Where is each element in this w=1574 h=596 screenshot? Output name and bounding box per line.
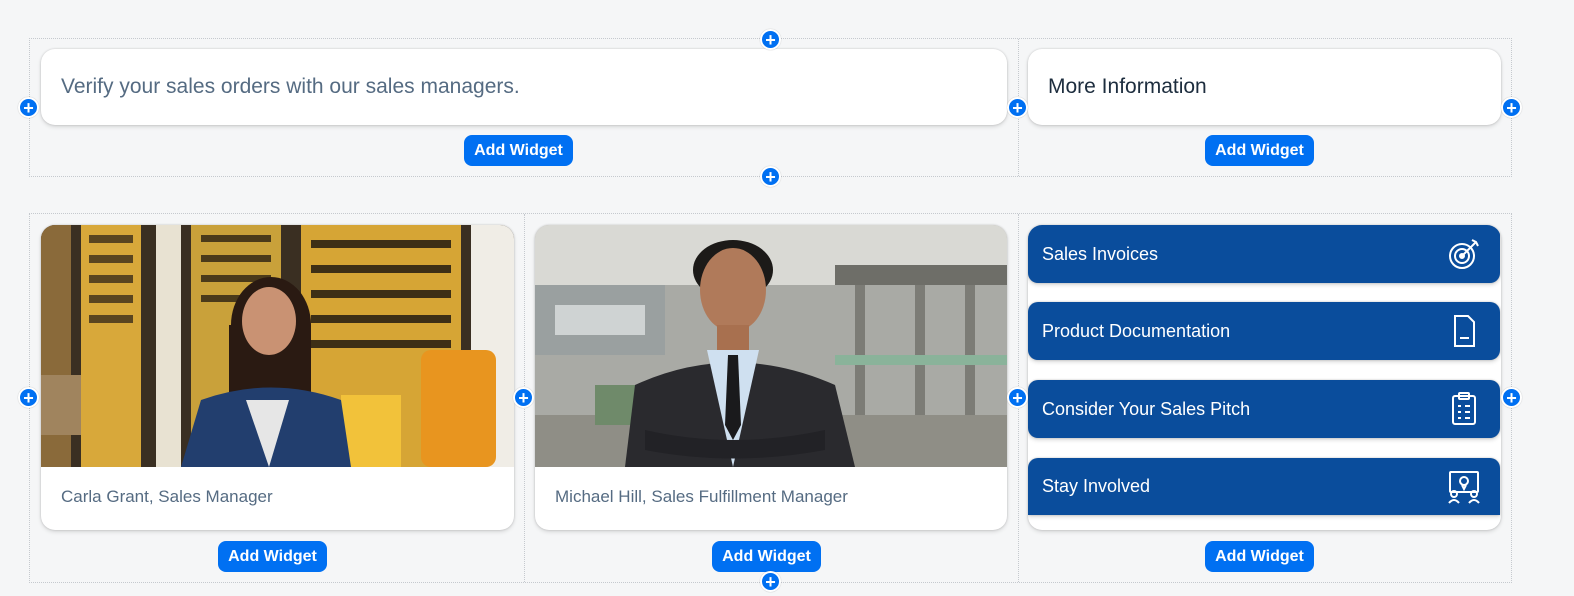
group-presentation-icon	[1446, 469, 1482, 505]
link-label: Sales Invoices	[1042, 243, 1159, 264]
clipboard-icon	[1446, 391, 1482, 427]
manager-caption: Carla Grant, Sales Manager	[61, 487, 273, 506]
add-widget-button[interactable]: Add Widget	[464, 135, 573, 166]
link-label: Consider Your Sales Pitch	[1042, 398, 1251, 419]
intro-text-card: Verify your sales orders with our sales …	[41, 49, 1007, 125]
manager-photo-michael	[535, 225, 1007, 467]
more-information-card: More Information	[1028, 49, 1501, 125]
link-stay-involved[interactable]: Stay Involved	[1028, 458, 1500, 515]
document-icon	[1446, 313, 1482, 349]
add-row-below-button[interactable]: +	[760, 571, 781, 592]
add-widget-button[interactable]: Add Widget	[1205, 135, 1314, 166]
add-column-between-button[interactable]: +	[1007, 97, 1028, 118]
add-widget-button[interactable]: Add Widget	[1205, 541, 1314, 572]
manager-photo-carla	[41, 225, 514, 467]
link-consider-sales-pitch[interactable]: Consider Your Sales Pitch	[1028, 380, 1500, 438]
link-list-card: Sales Invoices Product Documentation Con…	[1028, 225, 1501, 530]
manager-caption: Michael Hill, Sales Fulfillment Manager	[555, 487, 848, 506]
add-column-right-button[interactable]: +	[1501, 387, 1522, 408]
link-product-documentation[interactable]: Product Documentation	[1028, 302, 1500, 360]
add-column-left-button[interactable]: +	[18, 387, 39, 408]
add-row-above-button[interactable]: +	[760, 29, 781, 50]
more-information-title: More Information	[1048, 75, 1207, 98]
add-column-right-button[interactable]: +	[1501, 97, 1522, 118]
add-column-between-button[interactable]: +	[1007, 387, 1028, 408]
add-column-left-button[interactable]: +	[18, 97, 39, 118]
manager-card-michael: Michael Hill, Sales Fulfillment Manager	[535, 225, 1007, 530]
add-widget-button[interactable]: Add Widget	[218, 541, 327, 572]
add-row-between-button[interactable]: +	[760, 166, 781, 187]
add-widget-button[interactable]: Add Widget	[712, 541, 821, 572]
link-label: Stay Involved	[1042, 476, 1151, 496]
add-column-between-button[interactable]: +	[513, 387, 534, 408]
manager-card-carla: Carla Grant, Sales Manager	[41, 225, 514, 530]
target-icon	[1446, 236, 1482, 272]
link-sales-invoices[interactable]: Sales Invoices	[1028, 225, 1500, 283]
intro-text: Verify your sales orders with our sales …	[61, 75, 520, 98]
link-label: Product Documentation	[1042, 320, 1231, 341]
